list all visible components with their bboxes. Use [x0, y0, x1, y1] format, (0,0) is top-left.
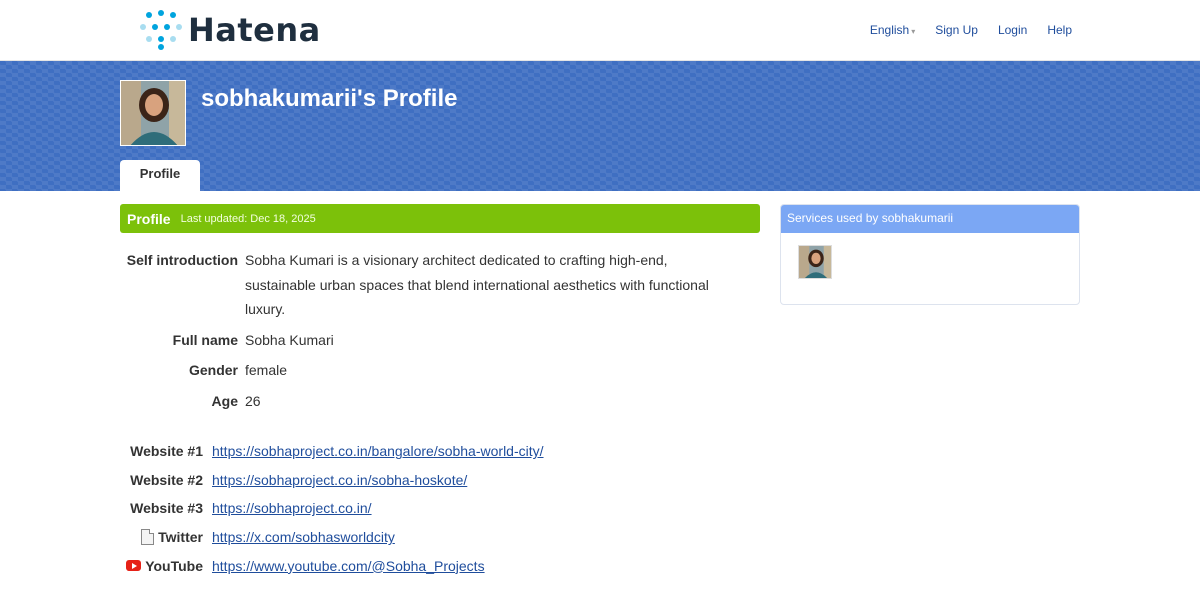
profile-title: sobhakumarii's Profile — [201, 85, 458, 112]
field-label: Full name — [172, 331, 238, 348]
services-panel-title: Services used by sobhakumarii — [781, 205, 1079, 233]
login-link[interactable]: Login — [998, 23, 1027, 37]
link-row-twitter: Twitter https://x.com/sobhasworldcity — [120, 523, 760, 552]
profile-banner: sobhakumarii's Profile Profile — [0, 61, 1200, 191]
sign-up-link[interactable]: Sign Up — [935, 23, 978, 37]
field-full-name: Full name Sobha Kumari — [120, 328, 760, 353]
youtube-icon — [126, 560, 142, 572]
logo-text: Hatena — [188, 11, 321, 49]
link-label: Twitter — [158, 529, 203, 546]
twitter-link[interactable]: https://x.com/sobhasworldcity — [212, 527, 395, 547]
help-link[interactable]: Help — [1047, 23, 1072, 37]
tab-profile[interactable]: Profile — [120, 160, 200, 191]
profile-links: Website #1 https://sobhaproject.co.in/ba… — [120, 437, 760, 580]
section-title: Profile — [127, 210, 171, 227]
website-3-link[interactable]: https://sobhaproject.co.in/ — [212, 498, 372, 518]
field-label: Gender — [188, 362, 238, 378]
last-updated: Last updated: Dec 18, 2025 — [180, 212, 316, 225]
profile-main: Profile Last updated: Dec 18, 2025 Self … — [120, 204, 760, 580]
document-icon — [141, 529, 155, 546]
field-gender: Gender female — [120, 358, 760, 383]
link-label: Website #1 — [130, 443, 203, 460]
caret-down-icon: ▾ — [911, 27, 916, 36]
link-label: YouTube — [145, 557, 203, 574]
field-value: Sobha Kumari is a visionary architect de… — [245, 252, 709, 317]
website-1-link[interactable]: https://sobhaproject.co.in/bangalore/sob… — [212, 441, 544, 461]
field-self-introduction: Self introduction Sobha Kumari is a visi… — [120, 248, 760, 322]
top-nav: English ▾ Sign Up Login Help — [870, 23, 1072, 37]
hatena-logo-icon — [140, 10, 182, 50]
field-value: Sobha Kumari — [245, 331, 334, 348]
link-label: Website #3 — [130, 500, 203, 517]
field-label: Age — [211, 392, 238, 409]
site-header: Hatena English ▾ Sign Up Login Help — [0, 0, 1200, 61]
profile-section-header: Profile Last updated: Dec 18, 2025 — [120, 204, 760, 233]
hatena-logo[interactable]: Hatena — [140, 10, 321, 50]
services-panel: Services used by sobhakumarii — [780, 204, 1080, 305]
youtube-link[interactable]: https://www.youtube.com/@Sobha_Projects — [212, 556, 485, 576]
link-row-youtube: YouTube https://www.youtube.com/@Sobha_P… — [120, 551, 760, 580]
language-selector[interactable]: English ▾ — [870, 23, 915, 37]
link-label: Website #2 — [130, 471, 203, 488]
website-2-link[interactable]: https://sobhaproject.co.in/sobha-hoskote… — [212, 470, 467, 490]
profile-fields: Self introduction Sobha Kumari is a visi… — [120, 248, 760, 413]
link-row-website-2: Website #2 https://sobhaproject.co.in/so… — [120, 466, 760, 495]
field-age: Age 26 — [120, 389, 760, 414]
link-row-website-3: Website #3 https://sobhaproject.co.in/ — [120, 494, 760, 523]
link-row-website-1: Website #1 https://sobhaproject.co.in/ba… — [120, 437, 760, 466]
language-label: English — [869, 23, 910, 37]
service-avatar[interactable] — [798, 245, 832, 279]
field-value: female — [245, 362, 288, 378]
field-value: 26 — [245, 392, 261, 409]
field-label: Self introduction — [126, 252, 238, 268]
profile-avatar — [120, 80, 186, 146]
